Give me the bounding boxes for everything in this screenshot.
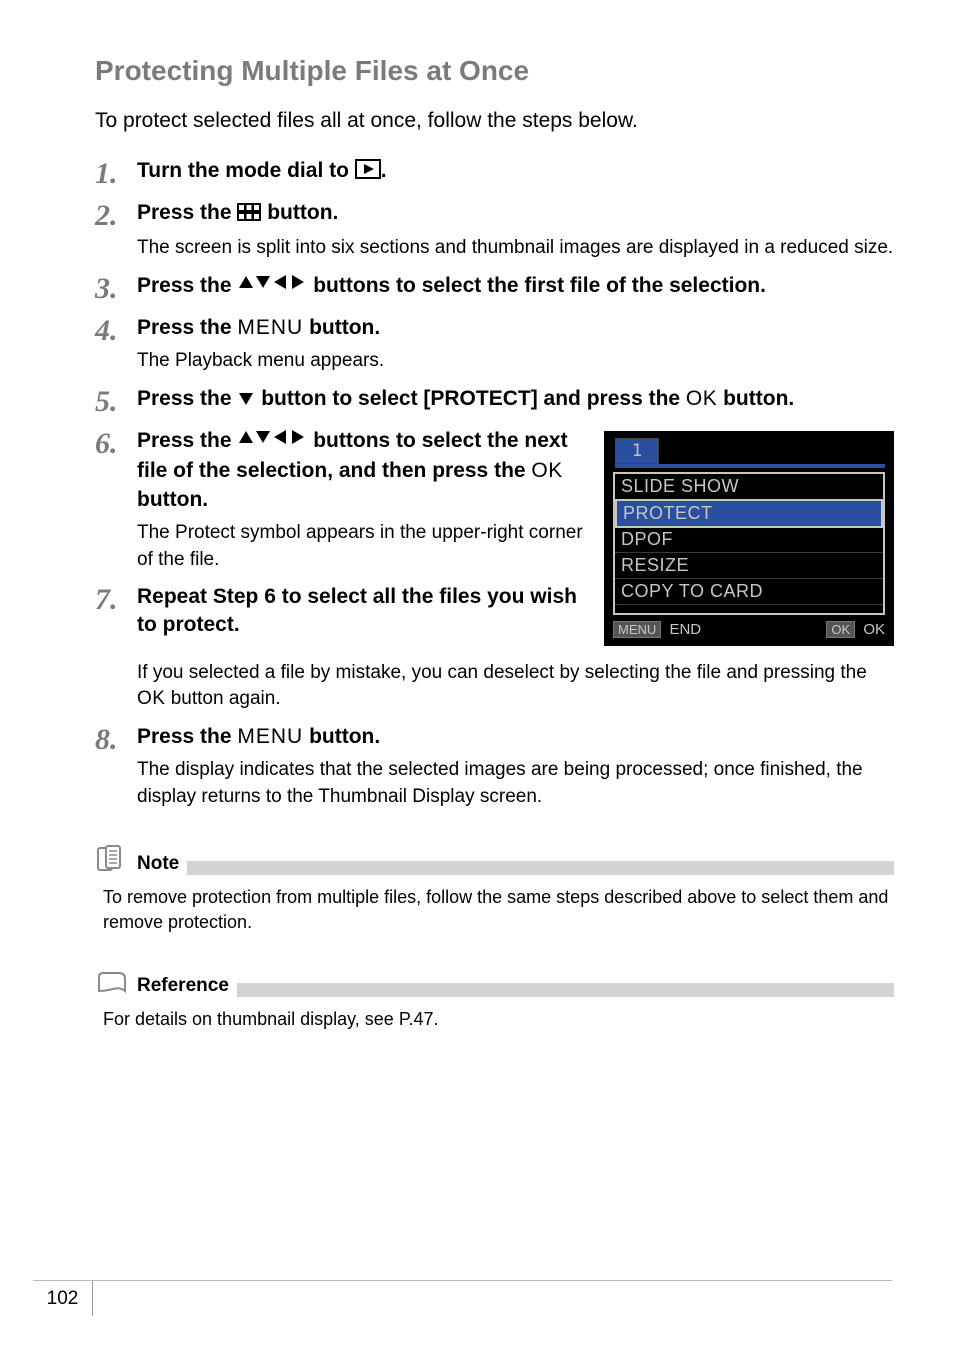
step-7: 7. Repeat Step 6 to select all the files… xyxy=(95,583,584,640)
step-number: 6. xyxy=(95,427,137,573)
step-4-description: The Playback menu appears. xyxy=(137,348,894,375)
menu-item-protect: PROTECT xyxy=(615,499,883,528)
step-number: 4. xyxy=(95,314,137,375)
step-5: 5. Press the button to select [PROTECT] … xyxy=(95,385,894,417)
step-8: 8. Press the MENU button. The display in… xyxy=(95,723,894,811)
text: Press the xyxy=(137,201,237,224)
footer-ok-button-label: OK xyxy=(826,621,855,638)
text: button. xyxy=(717,387,794,410)
ok-glyph: OK xyxy=(531,459,562,482)
menu-item-dpof: DPOF xyxy=(615,527,883,553)
note-text: To remove protection from multiple files… xyxy=(103,885,894,935)
step-7-description: If you selected a file by mistake, you c… xyxy=(137,660,894,713)
step-7-desc-row: If you selected a file by mistake, you c… xyxy=(95,654,894,713)
text: If you selected a file by mistake, you c… xyxy=(137,662,867,683)
step-2: 2. Press the button. The screen is split… xyxy=(95,199,894,262)
page-number: 102 xyxy=(33,1280,93,1316)
text: button. xyxy=(303,725,380,748)
step-5-heading: Press the button to select [PROTECT] and… xyxy=(137,385,894,415)
menu-footer: MENU END OK OK xyxy=(613,619,885,641)
step-number: 1. xyxy=(95,157,137,189)
menu-item-resize: RESIZE xyxy=(615,553,883,579)
text: button. xyxy=(137,488,208,511)
step-number: 7. xyxy=(95,583,137,640)
footer-end-label: END xyxy=(669,621,701,638)
step-8-heading: Press the MENU button. xyxy=(137,723,894,751)
step-1: 1. Turn the mode dial to . xyxy=(95,157,894,189)
spacer xyxy=(95,654,137,713)
ok-glyph: OK xyxy=(137,688,165,709)
text: Press the xyxy=(137,725,237,748)
text: Press the xyxy=(137,274,237,297)
note-bar xyxy=(187,861,894,875)
step-8-description: The display indicates that the selected … xyxy=(137,757,894,810)
note-block: Note To remove protection from multiple … xyxy=(95,845,894,935)
thumbnail-grid-icon xyxy=(237,203,261,226)
step-number: 5. xyxy=(95,385,137,417)
reference-label: Reference xyxy=(137,975,229,997)
text: button to select [PROTECT] and press the xyxy=(255,387,686,410)
step-4: 4. Press the MENU button. The Playback m… xyxy=(95,314,894,375)
menu-list: SLIDE SHOW PROTECT DPOF RESIZE COPY TO C… xyxy=(613,472,885,615)
step-6-description: The Protect symbol appears in the upper-… xyxy=(137,520,584,573)
reference-text: For details on thumbnail display, see P.… xyxy=(103,1007,894,1032)
menu-item-copy: COPY TO CARD xyxy=(615,579,883,605)
step-6: 6. Press the buttons to select the next … xyxy=(95,427,584,573)
playback-mode-icon xyxy=(355,161,381,184)
text: Press the xyxy=(137,316,237,339)
reference-block: Reference For details on thumbnail displ… xyxy=(95,969,894,1032)
step-3: 3. Press the buttons to select the first… xyxy=(95,272,894,304)
text: Turn the mode dial to xyxy=(137,159,355,182)
step-number: 8. xyxy=(95,723,137,811)
ok-glyph: OK xyxy=(686,387,717,410)
reference-icon xyxy=(95,969,129,997)
note-label: Note xyxy=(137,853,179,875)
step-3-heading: Press the buttons to select the first fi… xyxy=(137,272,894,302)
step-2-description: The screen is split into six sections an… xyxy=(137,235,894,262)
text: button. xyxy=(303,316,380,339)
footer-menu-button-label: MENU xyxy=(613,621,661,638)
dpad-all-icon xyxy=(237,276,307,299)
text: button. xyxy=(261,201,338,224)
text: Press the xyxy=(137,429,237,452)
text: button again. xyxy=(165,688,280,709)
section-title: Protecting Multiple Files at Once xyxy=(95,55,894,87)
step-7-heading: Repeat Step 6 to select all the files yo… xyxy=(137,583,584,640)
menu-tab: 1 xyxy=(615,438,659,464)
note-icon xyxy=(95,845,129,875)
text: Press the xyxy=(137,387,237,410)
intro-text: To protect selected files all at once, f… xyxy=(95,109,894,133)
step-number: 3. xyxy=(95,272,137,304)
down-arrow-icon xyxy=(237,389,255,412)
menu-glyph: MENU xyxy=(237,316,303,339)
step-2-heading: Press the button. xyxy=(137,199,894,229)
text: buttons to select the first file of the … xyxy=(307,274,766,297)
tab-underline xyxy=(615,464,885,468)
menu-item-slideshow: SLIDE SHOW xyxy=(615,474,883,500)
footer-ok-label: OK xyxy=(863,621,885,638)
text: . xyxy=(381,159,387,182)
menu-glyph: MENU xyxy=(237,725,303,748)
step-6-heading: Press the buttons to select the next fil… xyxy=(137,427,584,514)
reference-bar xyxy=(237,983,894,997)
camera-menu-screenshot: 1 SLIDE SHOW PROTECT DPOF RESIZE COPY TO… xyxy=(604,431,894,646)
step-4-heading: Press the MENU button. xyxy=(137,314,894,342)
step-number: 2. xyxy=(95,199,137,262)
dpad-all-icon xyxy=(237,431,307,454)
step-1-heading: Turn the mode dial to . xyxy=(137,157,894,187)
